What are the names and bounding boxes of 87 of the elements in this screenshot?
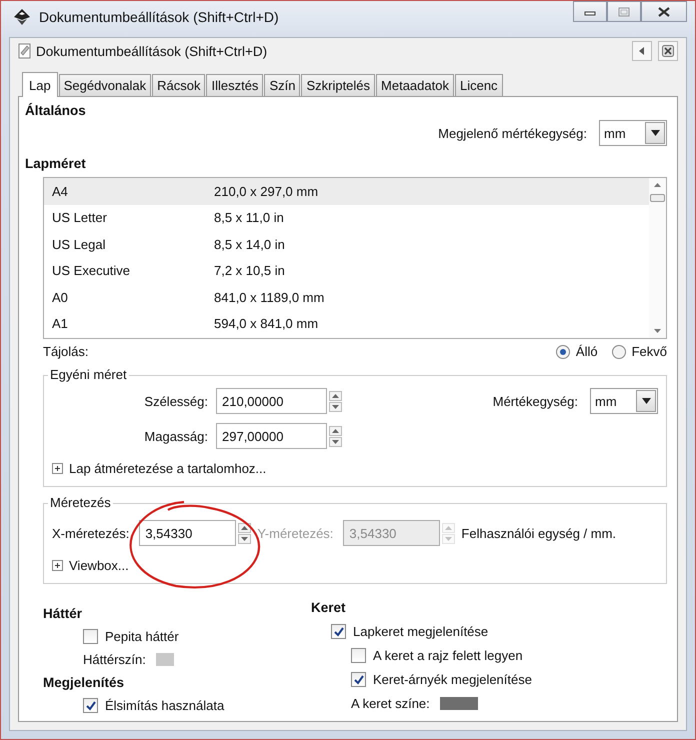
field-label: Mértékegység: — [492, 394, 578, 408]
checkbox[interactable] — [351, 648, 366, 663]
minimize-button[interactable] — [573, 1, 607, 22]
row-size: 594,0 x 841,0 mm — [214, 316, 318, 332]
checkbox-label: Keret-árnyék megjelenítése — [373, 672, 532, 687]
field-label: Magasság: — [143, 428, 208, 444]
radio-label: Fekvő — [632, 344, 667, 359]
spin-buttons[interactable] — [329, 390, 342, 412]
checkbox-label: Pepita háttér — [105, 629, 179, 644]
spin-buttons[interactable] — [238, 522, 252, 544]
list-row[interactable]: A4 210,0 x 297,0 mm — [44, 178, 649, 204]
row-name: A4 — [52, 184, 69, 199]
row-size: 8,5 x 14,0 in — [214, 236, 285, 252]
tab[interactable]: Licenc — [454, 74, 503, 96]
triangle-left-icon — [637, 46, 647, 56]
row-name: US Letter — [52, 210, 108, 226]
field-label: Y-méretezés: — [257, 526, 334, 540]
color-swatch[interactable] — [440, 697, 478, 710]
units-dropdown[interactable]: mm — [590, 388, 658, 414]
scroll-up-icon — [653, 182, 662, 188]
section-heading: Általános — [25, 103, 87, 118]
checkbox[interactable] — [83, 629, 98, 644]
row-name: US Legal — [52, 236, 106, 252]
section-heading: Háttér — [43, 606, 84, 621]
checkbox-label: Lapkeret megjelenítése — [353, 624, 488, 639]
close-button[interactable] — [641, 1, 687, 22]
scroll-thumb[interactable] — [650, 194, 665, 202]
field-label: Megjelenő mértékegység: — [438, 126, 587, 140]
frame-legend: Méretezés — [48, 495, 113, 510]
tab[interactable]: Illesztés — [206, 74, 264, 96]
list-row[interactable]: A1 594,0 x 841,0 mm — [44, 310, 649, 337]
resize-to-content-link[interactable]: Lap átméretezése a tartalomhoz... — [69, 461, 266, 476]
field-label: Szélesség: — [143, 394, 208, 408]
scrollbar[interactable] — [649, 178, 666, 338]
checkbox[interactable] — [83, 698, 98, 713]
field-label: Tájolás: — [43, 344, 89, 359]
list-row[interactable]: A0 841,0 x 1189,0 mm — [44, 284, 649, 310]
spin-buttons[interactable] — [329, 426, 342, 446]
tab[interactable]: Szín — [264, 74, 300, 96]
tab[interactable]: Rácsok — [152, 74, 206, 96]
tab[interactable]: Szkriptelés — [301, 74, 376, 96]
checkbox-label: Élsimítás használata — [105, 698, 224, 713]
section-heading: Keret — [311, 600, 347, 615]
row-size: 841,0 x 1189,0 mm — [214, 290, 324, 305]
section-heading: Megjelenítés — [43, 675, 126, 690]
scroll-down-icon — [653, 328, 662, 334]
section-heading: Lapméret — [25, 156, 87, 171]
radio-button[interactable] — [556, 344, 570, 358]
radio-label: Álló — [576, 344, 598, 359]
field-label: X-méretezés: — [52, 526, 130, 540]
tab[interactable]: Segédvonalak — [58, 74, 152, 96]
maximize-icon — [618, 6, 630, 16]
units-dropdown[interactable]: mm — [599, 120, 667, 146]
color-swatch[interactable] — [156, 653, 174, 666]
document-icon — [18, 43, 32, 59]
x-scale-field[interactable]: 3,54330 — [139, 520, 236, 546]
frame-legend: Egyéni méret — [48, 367, 129, 382]
app-logo-icon — [13, 8, 31, 26]
list-row[interactable]: US Executive 7,2 x 10,5 in — [44, 258, 649, 284]
unit-text: Felhasználói egység / mm. — [461, 526, 616, 540]
tab[interactable]: Metaadatok — [376, 74, 454, 96]
row-name: A0 — [52, 290, 69, 305]
row-name: US Executive — [52, 263, 132, 278]
list-row[interactable]: US Letter 8,5 x 11,0 in — [44, 204, 649, 231]
height-field[interactable]: 297,00000 — [216, 423, 327, 449]
checkbox[interactable] — [331, 624, 346, 639]
dropdown-arrow-icon — [650, 130, 660, 136]
tab[interactable]: Lap — [22, 72, 58, 97]
close-button[interactable] — [658, 41, 678, 61]
panel-title: Dokumentumbeállítások (Shift+Ctrl+D) — [36, 44, 268, 58]
row-size: 210,0 x 297,0 mm — [214, 184, 318, 199]
row-name: A1 — [52, 316, 69, 332]
field-label: A keret színe: — [351, 696, 430, 711]
width-field[interactable]: 210,00000 — [216, 388, 327, 414]
collapse-button[interactable] — [632, 41, 652, 61]
checkbox-label: A keret a rajz felett legyen — [373, 648, 523, 663]
checkbox[interactable] — [351, 672, 366, 687]
close-icon — [662, 45, 674, 57]
row-size: 7,2 x 10,5 in — [214, 263, 285, 278]
dropdown-arrow-icon — [642, 398, 650, 404]
close-icon — [658, 6, 670, 16]
viewbox-link[interactable]: Viewbox... — [69, 558, 129, 573]
list-row[interactable]: US Legal 8,5 x 14,0 in — [44, 231, 649, 258]
field-label: Háttérszín: — [83, 652, 146, 667]
window-title: Dokumentumbeállítások (Shift+Ctrl+D) — [39, 8, 280, 24]
row-size: 8,5 x 11,0 in — [214, 210, 284, 226]
radio-button[interactable] — [612, 344, 626, 358]
